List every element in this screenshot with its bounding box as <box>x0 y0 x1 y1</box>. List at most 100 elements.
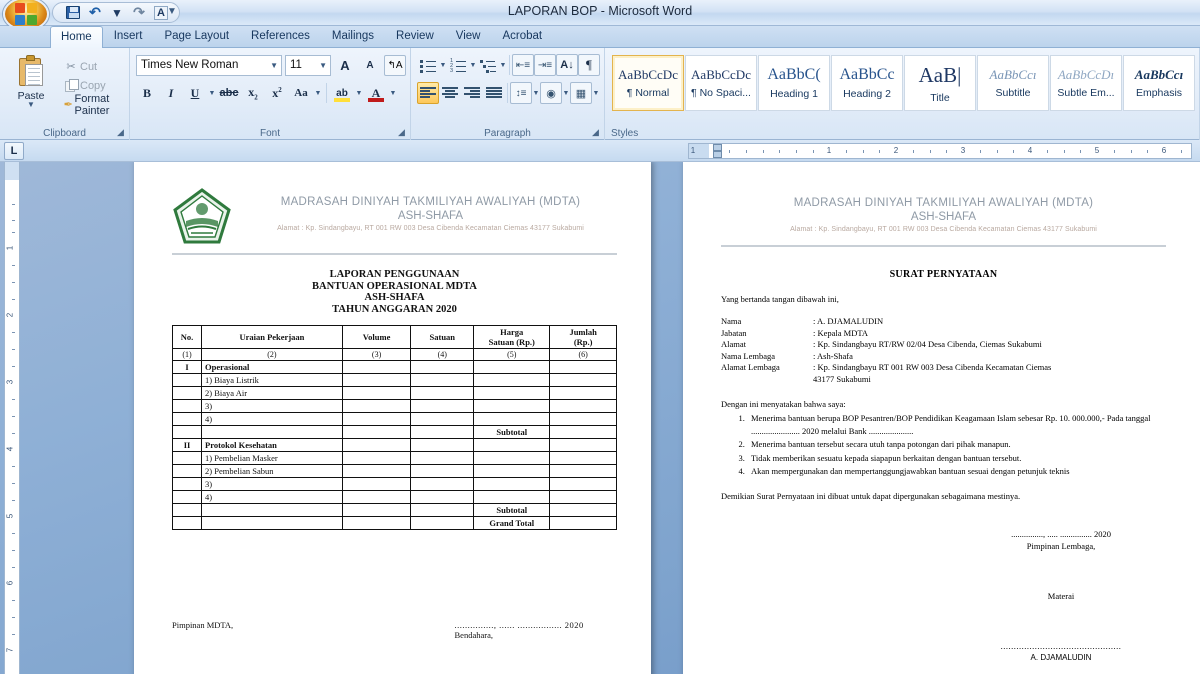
borders-dropdown[interactable]: ▼ <box>592 90 600 97</box>
table-row[interactable]: 4) <box>171 490 617 504</box>
first-line-indent-marker[interactable] <box>713 144 722 151</box>
ruler-number: 3 <box>960 146 966 155</box>
table-row[interactable]: I Operasional <box>171 360 617 374</box>
paste-button[interactable]: Paste ▼ <box>4 51 58 140</box>
bullets-dropdown[interactable]: ▼ <box>439 62 447 69</box>
left-indent-marker[interactable] <box>713 151 722 158</box>
increase-indent-button[interactable]: ⇥≡ <box>534 54 556 76</box>
divider <box>509 55 510 75</box>
table-row[interactable]: 2) Pembelian Sabun <box>171 464 617 478</box>
table-row-subtotal[interactable]: Subtotal <box>171 503 617 517</box>
tab-page-layout[interactable]: Page Layout <box>153 26 240 47</box>
font-size-combo[interactable]: 11 ▼ <box>285 54 331 76</box>
style-emphasis[interactable]: AaBbCcı Emphasis <box>1123 55 1195 111</box>
bullets-button[interactable] <box>417 54 439 76</box>
table-row[interactable]: 3) <box>171 399 617 413</box>
clear-formatting-button[interactable]: ↰A <box>384 54 406 76</box>
italic-button[interactable]: I <box>160 82 182 104</box>
numbering-dropdown[interactable]: ▼ <box>469 62 477 69</box>
style-normal[interactable]: AaBbCcDc ¶ Normal <box>612 55 684 111</box>
cell-uraian <box>201 516 343 530</box>
tab-stop-selector[interactable]: L <box>4 141 24 160</box>
sort-az-icon: A↓ <box>560 59 574 71</box>
style-subtitle[interactable]: AaBbCcı Subtitle <box>977 55 1049 111</box>
align-left-button[interactable] <box>417 82 439 104</box>
show-formatting-marks-button[interactable]: ¶ <box>578 54 600 76</box>
table-row[interactable]: 3) <box>171 477 617 491</box>
cell-harga <box>473 412 551 426</box>
multilevel-dropdown[interactable]: ▼ <box>499 62 507 69</box>
subscript-button[interactable]: x2 <box>242 82 264 104</box>
decrease-indent-button[interactable]: ⇤≡ <box>512 54 534 76</box>
tab-references[interactable]: References <box>240 26 321 47</box>
doc-title-line-1: LAPORAN PENGGUNAAN <box>329 269 460 280</box>
bold-button[interactable]: B <box>136 82 158 104</box>
style-heading-1[interactable]: AaBbC( Heading 1 <box>758 55 830 111</box>
document-page-1[interactable]: MADRASAH DINIYAH TAKMILIYAH AWALIYAH (MD… <box>134 162 651 674</box>
numbering-button[interactable]: 1 2 3 <box>447 54 469 76</box>
vertical-ruler[interactable]: 1 2 3 4 5 6 7 <box>4 162 20 674</box>
style-no-spacing[interactable]: AaBbCcDc ¶ No Spaci... <box>685 55 757 111</box>
cell-no <box>171 503 203 517</box>
font-color-dropdown[interactable]: ▼ <box>389 90 397 97</box>
field-row: 43177 Sukabumi <box>721 374 1166 386</box>
line-spacing-button[interactable]: ↕≡ <box>510 82 532 104</box>
tab-home[interactable]: Home <box>50 26 103 48</box>
document-workspace[interactable]: 1 2 3 4 5 6 7 MADRASAH DINIYAH TAKMILIYA… <box>0 162 1200 674</box>
text-highlight-button[interactable]: ab <box>331 82 353 104</box>
shrink-font-button[interactable]: A <box>359 54 381 76</box>
sort-button[interactable]: A↓ <box>556 54 578 76</box>
cell-harga <box>473 360 551 374</box>
change-case-button[interactable]: Aa <box>290 82 312 104</box>
tab-mailings[interactable]: Mailings <box>321 26 385 47</box>
superscript-button[interactable]: x2 <box>266 82 288 104</box>
table-row[interactable]: 2) Biaya Air <box>171 386 617 400</box>
justify-button[interactable] <box>483 82 505 104</box>
table-row-subtotal[interactable]: Subtotal <box>171 425 617 439</box>
tab-insert[interactable]: Insert <box>103 26 154 47</box>
field-row: Alamat : Kp. Sindangbayu RT/RW 02/04 Des… <box>721 339 1166 351</box>
shading-button[interactable]: ◉ <box>540 82 562 104</box>
align-right-button[interactable] <box>461 82 483 104</box>
style-title[interactable]: AaB| Title <box>904 55 976 111</box>
cut-button[interactable]: ✂ Cut <box>58 57 125 76</box>
style-preview: AaBbCcDı <box>1057 67 1115 82</box>
numbered-list-icon: 1 2 3 <box>450 58 466 73</box>
paragraph-dialog-launcher[interactable]: ◢ <box>590 127 601 138</box>
paste-dropdown-caret[interactable]: ▼ <box>27 101 35 109</box>
line-spacing-dropdown[interactable]: ▼ <box>532 90 540 97</box>
tab-review[interactable]: Review <box>385 26 445 47</box>
strikethrough-button[interactable]: abc <box>218 82 240 104</box>
title-bar: ↶ ▼ ↷ A ▼ LAPORAN BOP - Microsoft Word <box>0 0 1200 31</box>
format-painter-button[interactable]: ✒ Format Painter <box>58 93 125 117</box>
multilevel-list-button[interactable] <box>477 54 499 76</box>
font-color-button[interactable]: A <box>365 82 387 104</box>
table-row[interactable]: II Protokol Kesehatan <box>171 438 617 452</box>
style-heading-2[interactable]: AaBbCc Heading 2 <box>831 55 903 111</box>
underline-dropdown[interactable]: ▼ <box>208 90 216 97</box>
document-page-2[interactable]: MADRASAH DINIYAH TAKMILIYAH AWALIYAH (MD… <box>683 162 1200 674</box>
report-table[interactable]: No. Uraian Pekerjaan Volume Satuan Harga… <box>171 325 617 530</box>
clipboard-dialog-launcher[interactable]: ◢ <box>115 127 126 138</box>
cell-no <box>171 425 203 439</box>
font-name-combo[interactable]: Times New Roman ▼ <box>136 54 282 76</box>
table-row-grandtotal[interactable]: Grand Total <box>171 516 617 530</box>
align-center-button[interactable] <box>439 82 461 104</box>
borders-button[interactable]: ▦ <box>570 82 592 104</box>
table-row[interactable]: 1) Pembelian Masker <box>171 451 617 465</box>
shading-dropdown[interactable]: ▼ <box>562 90 570 97</box>
change-case-dropdown[interactable]: ▼ <box>314 90 322 97</box>
table-row[interactable]: 1) Biaya Listrik <box>171 373 617 387</box>
grow-font-button[interactable]: A <box>334 54 356 76</box>
tab-acrobat[interactable]: Acrobat <box>491 26 553 47</box>
style-subtle-emphasis[interactable]: AaBbCcDı Subtle Em... <box>1050 55 1122 111</box>
cell-satuan <box>410 451 475 465</box>
num-cell: (5) <box>473 348 551 361</box>
tab-view[interactable]: View <box>445 26 492 47</box>
table-row[interactable]: 4) <box>171 412 617 426</box>
ribbon-group-clipboard: Paste ▼ ✂ Cut Copy ✒ Format Painter Clip… <box>0 48 130 140</box>
underline-button[interactable]: U <box>184 82 206 104</box>
font-dialog-launcher[interactable]: ◢ <box>396 127 407 138</box>
horizontal-ruler[interactable]: 1 1 2 3 4 5 6 <box>688 143 1192 159</box>
highlight-dropdown[interactable]: ▼ <box>355 90 363 97</box>
